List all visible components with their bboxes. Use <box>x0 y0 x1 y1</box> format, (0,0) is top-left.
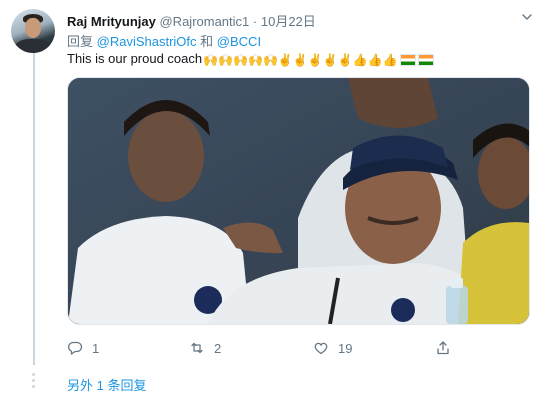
emoji-victory-hand: ✌ <box>322 53 338 68</box>
tweet-text: This is our proud coach🙌🙌🙌🙌🙌✌✌✌✌✌👍👍👍 <box>67 51 434 67</box>
mention-bcci[interactable]: @BCCI <box>217 34 261 49</box>
emoji-victory-hand: ✌ <box>292 53 308 68</box>
reply-icon[interactable] <box>67 340 83 356</box>
india-flag-icon <box>417 53 434 66</box>
emoji-raising-hands: 🙌 <box>262 53 278 68</box>
like-action[interactable]: 19 <box>313 340 352 356</box>
reply-context: 回复 @RaviShastriOfc 和 @BCCI <box>67 31 261 50</box>
share-icon[interactable] <box>435 340 451 356</box>
thread-more-dots <box>31 373 37 391</box>
author-handle[interactable]: @Rajromantic1 <box>159 14 249 29</box>
tweet-body: This is our proud coach <box>67 51 203 66</box>
emoji-strip: 🙌🙌🙌🙌🙌✌✌✌✌✌👍👍👍 <box>203 52 397 67</box>
mention-ravishastri[interactable]: @RaviShastriOfc <box>97 34 197 49</box>
header-separator: · <box>252 14 258 29</box>
like-count: 19 <box>338 340 353 356</box>
heart-icon[interactable] <box>313 340 329 356</box>
share-action[interactable] <box>435 340 460 356</box>
retweet-count: 2 <box>214 340 222 356</box>
emoji-thumbs-up: 👍 <box>352 53 368 68</box>
emoji-thumbs-up: 👍 <box>367 53 383 68</box>
tweet-actions: 1 2 19 <box>67 340 467 358</box>
reply-prefix: 回复 <box>67 34 94 49</box>
photo-of-spectators <box>68 78 529 324</box>
india-flag-icon <box>399 53 416 66</box>
tweet-header: Raj Mrityunjay @Rajromantic1 · 10月22日 <box>67 11 316 30</box>
emoji-raising-hands: 🙌 <box>233 53 248 68</box>
reply-count: 1 <box>92 340 100 356</box>
chevron-down-icon[interactable] <box>520 10 534 24</box>
emoji-victory-hand: ✌ <box>277 53 293 68</box>
avatar[interactable] <box>11 9 55 53</box>
emoji-raising-hands: 🙌 <box>247 53 263 68</box>
retweet-icon[interactable] <box>189 340 205 356</box>
emoji-victory-hand: ✌ <box>337 53 353 68</box>
reply-action[interactable]: 1 <box>67 340 99 356</box>
tweet-date[interactable]: 10月22日 <box>261 14 316 29</box>
author-name[interactable]: Raj Mrityunjay <box>67 14 156 29</box>
show-more-replies-link[interactable]: 另外 1 条回复 <box>67 375 146 394</box>
reply-conjunction: 和 <box>200 34 214 49</box>
emoji-victory-hand: ✌ <box>307 53 323 68</box>
thread-connector-line <box>33 50 35 365</box>
tweet-photo[interactable] <box>67 77 530 325</box>
emoji-raising-hands: 🙌 <box>203 53 219 68</box>
emoji-raising-hands: 🙌 <box>218 53 234 68</box>
emoji-thumbs-up: 👍 <box>382 53 398 68</box>
retweet-action[interactable]: 2 <box>189 340 221 356</box>
